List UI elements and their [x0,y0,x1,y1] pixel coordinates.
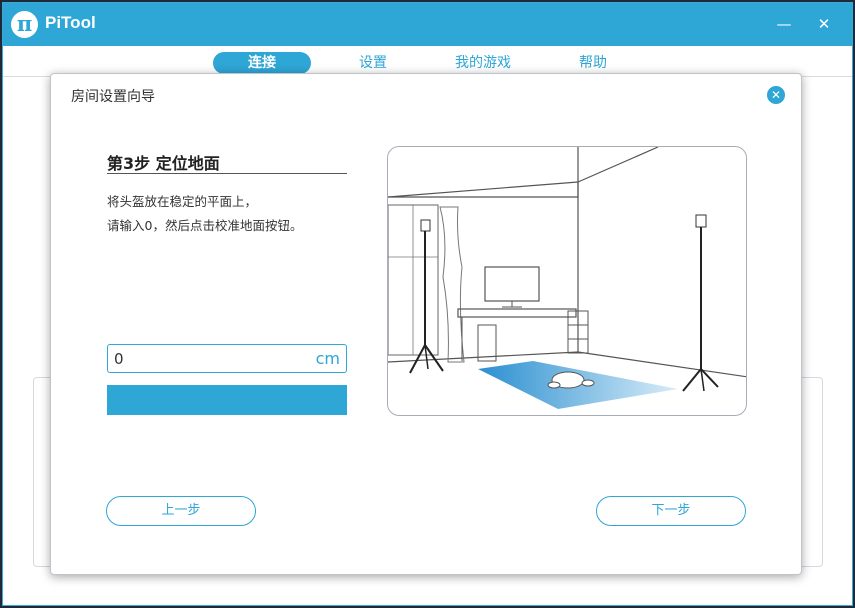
tab-connect[interactable]: 连接 [213,52,311,74]
tab-my-games[interactable]: 我的游戏 [443,52,523,74]
close-window-button[interactable]: ✕ [813,13,835,35]
tab-help[interactable]: 帮助 [563,52,623,74]
minimize-button[interactable]: — [773,13,795,35]
tab-settings[interactable]: 设置 [343,52,403,74]
prev-step-button[interactable]: 上一步 [106,496,256,526]
step-description: 将头盔放在稳定的平面上， 请输入0，然后点击校准地面按钮。 [107,190,302,238]
step-title: 第3步 定位地面 [107,154,220,173]
dialog-title: 房间设置向导 [71,89,155,105]
step-title-divider [107,173,347,174]
dialog-close-icon[interactable]: ✕ [767,86,785,104]
unit-label: cm [315,349,340,368]
room-illustration [387,146,747,416]
pitool-logo-icon: π [11,11,38,38]
height-input[interactable] [114,348,304,370]
description-line-1: 将头盔放在稳定的平面上， [107,194,258,209]
calibrate-floor-button[interactable] [107,385,347,415]
app-title: PiTool [45,13,96,32]
next-step-button[interactable]: 下一步 [596,496,746,526]
description-line-2: 请输入0，然后点击校准地面按钮。 [107,218,303,233]
room-setup-image [388,147,746,409]
height-field: cm [107,344,347,373]
room-setup-dialog: 房间设置向导 ✕ 第3步 定位地面 将头盔放在稳定的平面上， 请输入0，然后点击… [50,73,802,575]
title-bar: π PiTool — ✕ [3,3,852,46]
